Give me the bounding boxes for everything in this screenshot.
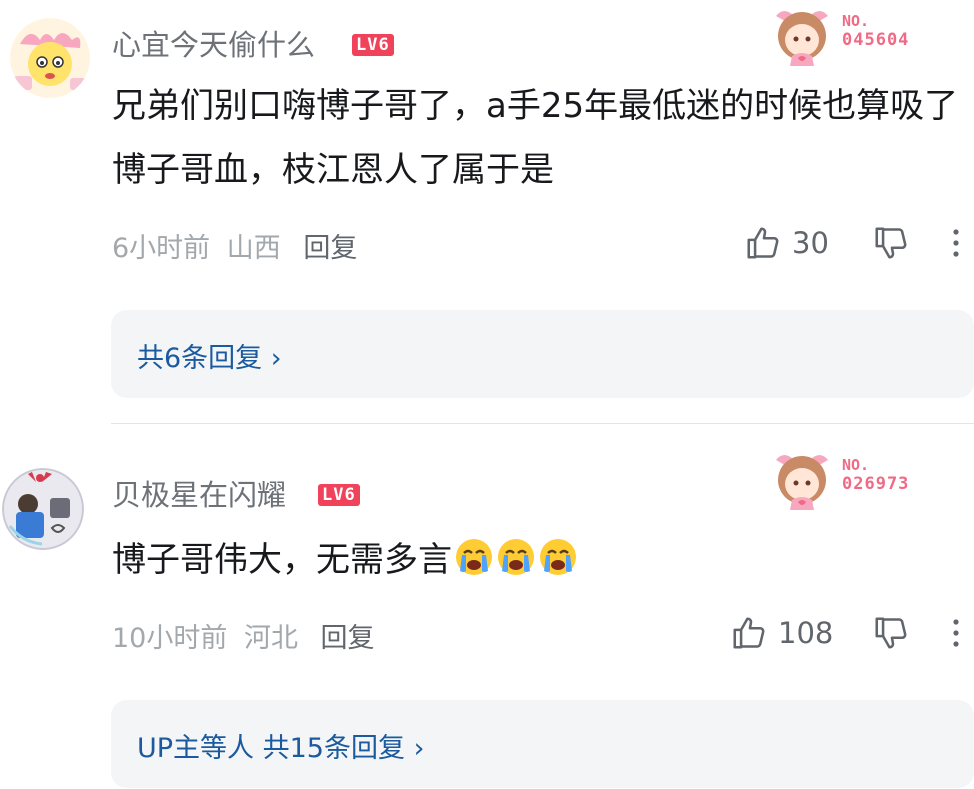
avatar[interactable] (2, 468, 84, 550)
fan-badge-character-icon (776, 455, 828, 510)
avatar-image (10, 18, 90, 98)
fan-badge[interactable]: NO. 026973 (770, 450, 930, 514)
fan-badge-number: 045604 (842, 30, 910, 50)
avatar-image (2, 468, 84, 550)
level-badge: LV6 (318, 484, 360, 506)
crying-emoji (538, 534, 578, 575)
comment-meta: 6小时前 山西 回复 (112, 226, 357, 265)
replies-box[interactable]: UP主等人 共15条回复 › (111, 700, 974, 788)
like-count: 108 (778, 616, 834, 650)
level-badge: LV6 (352, 34, 394, 56)
thumbs-down-icon[interactable] (872, 614, 910, 652)
more-vertical-icon[interactable] (948, 224, 964, 262)
crying-emoji (496, 534, 536, 575)
fan-badge-no-label: NO. (842, 456, 870, 474)
crying-emoji (454, 534, 494, 575)
fan-badge-no-label: NO. (842, 12, 870, 30)
fan-badge-character-icon (776, 11, 828, 66)
comment-item: 贝极星在闪耀 LV6 NO. 026973 博子哥伟大，无需多言 10小时前 河… (0, 430, 974, 789)
fan-badge[interactable]: NO. 045604 (770, 6, 930, 70)
comment-location: 河北 (243, 623, 298, 654)
username[interactable]: 心宜今天偷什么 (112, 22, 315, 64)
thumbs-down-icon[interactable] (872, 224, 910, 262)
reply-button[interactable]: 回复 (321, 623, 375, 654)
comment-actions: 30 (744, 224, 974, 264)
comment-actions: 108 (730, 614, 974, 654)
comment-text: 兄弟们别口嗨博子哥了，a手25年最低迷的时候也算吸了博子哥血，枝江恩人了属于是 (112, 86, 959, 190)
fan-badge-number: 026973 (842, 474, 910, 494)
replies-box[interactable]: 共6条回复 › (111, 310, 974, 398)
comment-item: 心宜今天偷什么 LV6 NO. 045604 兄弟们别口嗨博子哥了，a手25年最… (0, 0, 974, 420)
thumbs-up-icon[interactable] (744, 224, 782, 262)
comment-text-line: 博子哥伟大，无需多言 (112, 528, 962, 592)
comment-location: 山西 (226, 233, 281, 264)
like-count: 30 (792, 226, 829, 260)
username[interactable]: 贝极星在闪耀 (112, 472, 286, 514)
comment-meta: 10小时前 河北 回复 (112, 616, 375, 655)
view-replies-link[interactable]: 共6条回复 › (137, 336, 282, 375)
comment-time: 6小时前 (112, 233, 211, 264)
comment-time: 10小时前 (112, 623, 228, 654)
comment-text: 博子哥伟大，无需多言 (112, 540, 452, 580)
reply-button[interactable]: 回复 (303, 233, 357, 264)
view-replies-link[interactable]: UP主等人 共15条回复 › (137, 726, 424, 765)
divider (111, 423, 974, 424)
thumbs-up-icon[interactable] (730, 614, 768, 652)
avatar[interactable] (10, 18, 90, 98)
more-vertical-icon[interactable] (948, 614, 964, 652)
